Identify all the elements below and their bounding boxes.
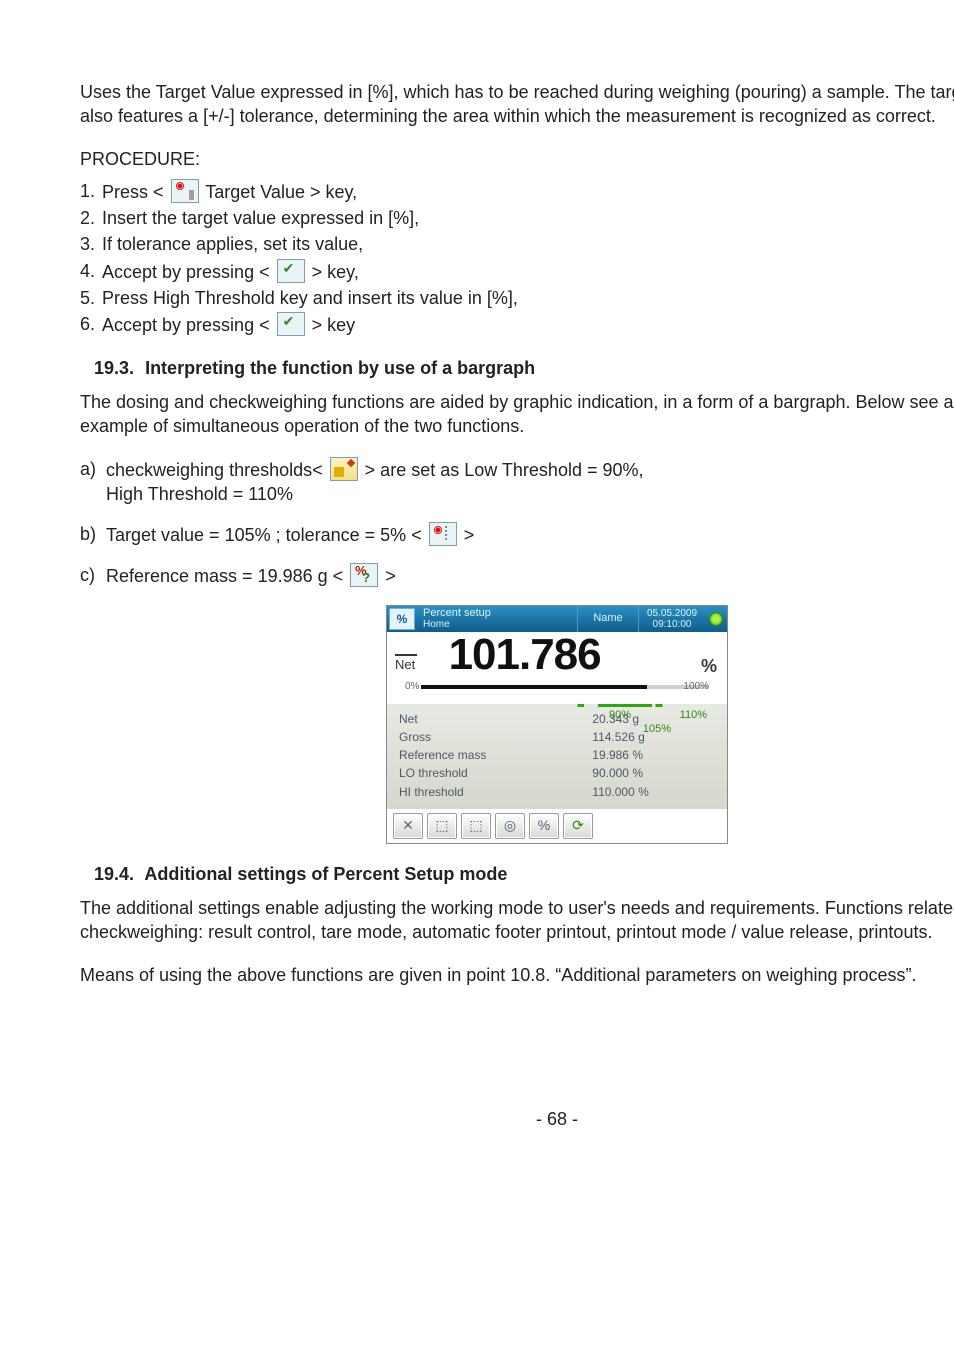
page-number: - 68 - [80,1107,954,1131]
device-reading: 101.786 [449,634,601,676]
step-1-b: Target Value > key, [205,182,357,202]
step-6-b: > key [312,315,356,335]
row-value: 110.000 % [588,783,719,801]
device-date: 05.05.2009 [647,608,697,619]
device-name-button[interactable]: Name [577,606,638,632]
target-value-icon [171,179,199,203]
section-19-4-title: Additional settings of Percent Setup mod… [144,864,507,884]
marker-105: 105% [643,722,671,737]
table-row: HI threshold 110.000 % [395,783,719,801]
item-b-b: > [464,525,475,545]
step-4-a: Accept by pressing < [102,262,270,282]
step-6-a: Accept by pressing < [102,315,270,335]
toolbar-percent-icon[interactable]: % [529,813,559,839]
section-19-3-paragraph: The dosing and checkweighing functions a… [80,390,954,439]
device-subtitle: Home [423,619,571,630]
scale-100-label: 100% [683,680,709,694]
toolbar-weight1-icon[interactable]: ⬚ [427,813,457,839]
thresholds-icon [330,457,358,481]
device-title: Percent setup [423,607,491,619]
row-key: Net [395,710,588,728]
device-screenshot: % Percent setup Home Name 05.05.2009 09:… [386,605,728,844]
step-2: Insert the target value expressed in [%]… [80,206,954,230]
reference-mass-icon [350,563,378,587]
item-b-lead: b) [80,522,96,546]
item-a-line2: High Threshold = 110% [106,482,954,506]
intro-paragraph: Uses the Target Value expressed in [%], … [80,80,954,129]
toolbar-weight2-icon[interactable]: ⬚ [461,813,491,839]
row-key: LO threshold [395,764,588,782]
row-key: HI threshold [395,783,588,801]
marker-110: 110% [680,708,707,723]
device-info-panel: 90% 110% 105% Net 20.343 g Gross 114.526… [387,704,727,809]
section-19-3-number: 19.3. [94,358,134,378]
step-3: If tolerance applies, set its value, [80,232,954,256]
item-c-b: > [385,566,396,586]
section-19-4-heading: 19.4. Additional settings of Percent Set… [94,862,954,886]
device-net-label: Net [395,654,417,674]
procedure-steps: Press < Target Value > key, Insert the t… [80,179,954,338]
percent-mode-icon[interactable]: % [389,608,415,630]
device-time: 09:10:00 [653,619,692,630]
item-a-line1a: checkweighing thresholds< [106,460,323,480]
accept-check-icon [277,312,305,336]
row-key: Gross [395,728,588,746]
item-a-lead: a) [80,457,96,481]
device-display: Net 101.786 % 0% 100% [387,632,727,704]
row-value: 90.000 % [588,764,719,782]
section-19-3-title: Interpreting the function by use of a ba… [145,358,535,378]
toolbar-target-icon[interactable]: ◎ [495,813,525,839]
row-key: Reference mass [395,746,588,764]
device-status-led [705,606,727,632]
row-value: 19.986 % [588,746,719,764]
device-header: % Percent setup Home Name 05.05.2009 09:… [387,606,727,632]
step-4-b: > key, [312,262,359,282]
step-5: Press High Threshold key and insert its … [80,286,954,310]
step-1-a: Press < [102,182,164,202]
section-19-4-paragraph-2: Means of using the above functions are g… [80,963,954,987]
marker-90: 90% [609,708,631,723]
toolbar-cancel-icon[interactable]: ✕ [393,813,423,839]
device-bargraph: 0% 100% [395,680,719,694]
item-b-a: Target value = 105% ; tolerance = 5% < [106,525,422,545]
table-row: Reference mass 19.986 % [395,746,719,764]
toolbar-refresh-icon[interactable]: ⟳ [563,813,593,839]
section-19-3-heading: 19.3. Interpreting the function by use o… [94,356,954,380]
accept-check-icon [277,259,305,283]
item-c-lead: c) [80,563,95,587]
procedure-label: PROCEDURE: [80,147,954,171]
device-toolbar: ✕ ⬚ ⬚ ◎ % ⟳ [387,809,727,843]
device-unit: % [701,654,717,678]
item-a-line1b: > are set as Low Threshold = 90%, [365,460,644,480]
target-tolerance-icon [429,522,457,546]
table-row: LO threshold 90.000 % [395,764,719,782]
scale-0-label: 0% [405,680,419,694]
item-c-a: Reference mass = 19.986 g < [106,566,343,586]
bargraph-example-items: a) checkweighing thresholds< > are set a… [80,457,954,589]
section-19-4-number: 19.4. [94,864,134,884]
section-19-4-paragraph-1: The additional settings enable adjusting… [80,896,954,945]
